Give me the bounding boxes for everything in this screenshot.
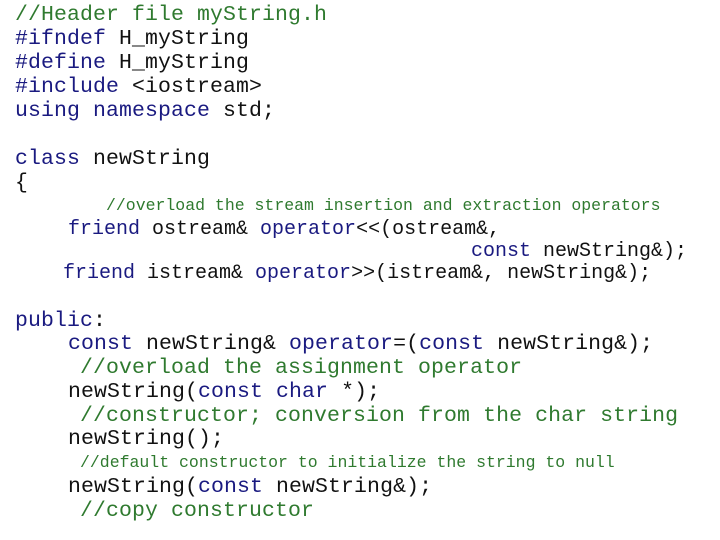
keyword-token: public xyxy=(15,309,94,333)
keyword-token: const xyxy=(198,475,277,499)
code-line: friend istream& operator>>(istream&, new… xyxy=(63,264,651,284)
keyword-token: operator xyxy=(255,262,352,285)
keyword-token: #ifndef xyxy=(15,27,120,51)
identifier-token: >>(istream&, newString&); xyxy=(351,262,652,285)
code-line: #ifndef H_myString xyxy=(15,27,250,51)
comment-token: //constructor; conversion from the char … xyxy=(80,404,679,428)
keyword-token: operator xyxy=(289,332,394,356)
comment-token: //copy constructor xyxy=(80,499,315,523)
keyword-token: friend xyxy=(68,218,153,241)
comment-token: //Header file myString.h xyxy=(15,3,328,27)
code-line: class newString xyxy=(15,147,211,171)
identifier-token: { xyxy=(15,171,29,195)
keyword-token: friend xyxy=(63,262,148,285)
identifier-token: newString&); xyxy=(497,332,654,356)
identifier-token: istream& xyxy=(147,262,256,285)
identifier-token: *); xyxy=(341,380,381,404)
identifier-token: =( xyxy=(393,332,420,356)
keyword-token: #include xyxy=(15,75,133,99)
identifier-token: <<(ostream&, xyxy=(356,218,501,241)
code-line: //constructor; conversion from the char … xyxy=(80,404,679,428)
identifier-token: : xyxy=(93,309,107,333)
code-line: //default constructor to initialize the … xyxy=(80,453,615,472)
identifier-token: newString xyxy=(93,147,211,171)
identifier-token: newString&); xyxy=(276,475,433,499)
identifier-token: H_myString xyxy=(119,27,250,51)
code-line: const newString&); xyxy=(471,242,687,262)
identifier-token: newString( xyxy=(68,380,199,404)
identifier-token: ostream& xyxy=(152,218,261,241)
keyword-token: const xyxy=(471,240,544,263)
code-line: #define H_myString xyxy=(15,51,250,75)
code-listing: //Header file myString.h #ifndef H_myStr… xyxy=(0,0,720,540)
keyword-token: #define xyxy=(15,51,120,75)
identifier-token: <iostream> xyxy=(132,75,263,99)
comment-token: //overload the assignment operator xyxy=(80,356,523,380)
keyword-token: const char xyxy=(198,380,342,404)
code-line: using namespace std; xyxy=(15,99,276,123)
code-line: const newString& operator=(const newStri… xyxy=(68,332,654,356)
code-line: friend ostream& operator<<(ostream&, xyxy=(68,220,500,240)
keyword-token: using namespace xyxy=(15,99,224,123)
code-line: newString(); xyxy=(68,427,225,451)
keyword-token: class xyxy=(15,147,94,171)
comment-token: //overload the stream insertion and extr… xyxy=(106,196,661,215)
code-line: //Header file myString.h xyxy=(15,3,328,27)
keyword-token: const xyxy=(419,332,498,356)
code-line: //copy constructor xyxy=(80,499,315,523)
code-line: #include <iostream> xyxy=(15,75,263,99)
identifier-token: newString(); xyxy=(68,427,225,451)
code-line: { xyxy=(15,171,29,195)
keyword-token: operator xyxy=(260,218,357,241)
code-line: newString(const newString&); xyxy=(68,475,433,499)
identifier-token: newString&); xyxy=(543,240,688,263)
identifier-token: std; xyxy=(223,99,276,123)
comment-token: //default constructor to initialize the … xyxy=(80,453,615,472)
identifier-token: newString& xyxy=(146,332,290,356)
identifier-token: H_myString xyxy=(119,51,250,75)
code-line: public: xyxy=(15,309,107,333)
code-line: newString(const char *); xyxy=(68,380,381,404)
code-line: //overload the stream insertion and extr… xyxy=(106,196,661,215)
keyword-token: const xyxy=(68,332,147,356)
identifier-token: newString( xyxy=(68,475,199,499)
code-line: //overload the assignment operator xyxy=(80,356,523,380)
